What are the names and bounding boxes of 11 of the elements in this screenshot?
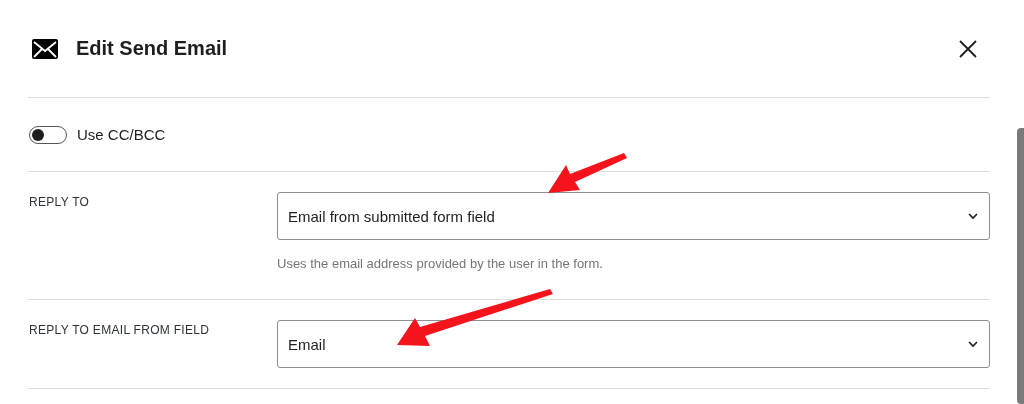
field-label: REPLY TO <box>28 194 91 211</box>
select-field[interactable]: Email <box>277 320 990 368</box>
toggle-label: Use CC/BCC <box>77 126 166 143</box>
help-text: Uses the email address provided by the user in the form. <box>277 256 604 271</box>
select-field[interactable]: Email from submitted form field <box>277 192 990 240</box>
toggle-switch[interactable] <box>29 125 67 144</box>
field-label: REPLY TO EMAIL FROM FIELD <box>28 322 211 339</box>
chevron-down-icon <box>967 340 979 348</box>
envelope-icon <box>32 38 58 59</box>
dialog-title: Edit Send Email <box>76 37 229 60</box>
chevron-down-icon <box>967 212 979 220</box>
